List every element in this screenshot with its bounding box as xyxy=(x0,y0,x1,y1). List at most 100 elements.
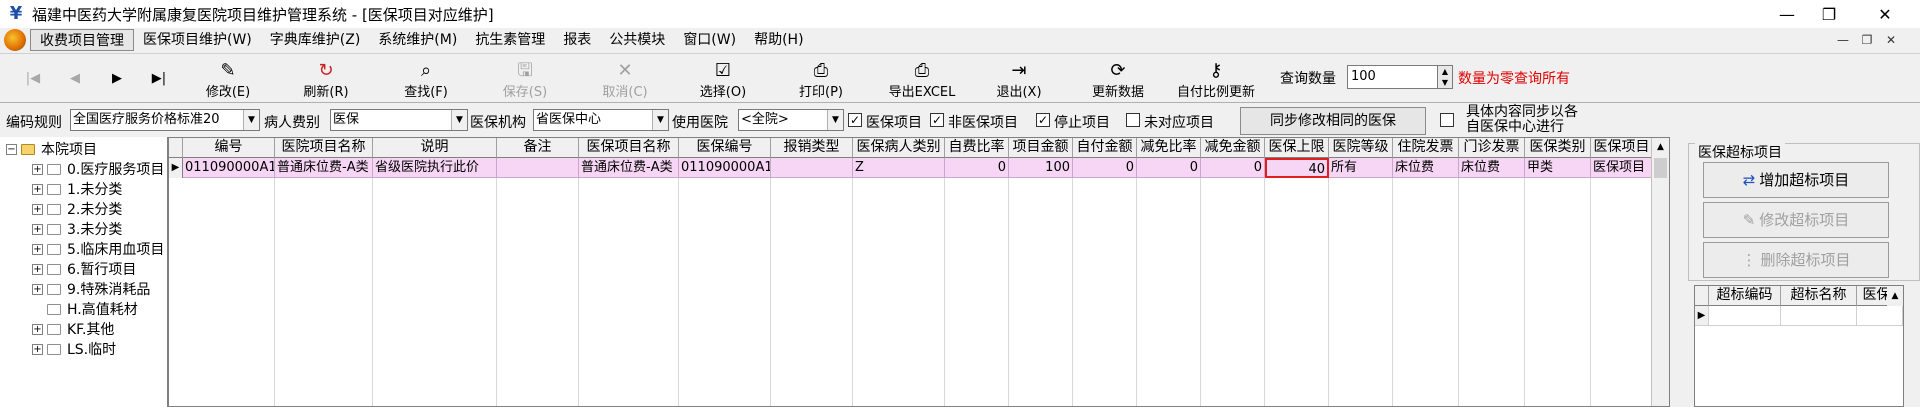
query-count-spinner[interactable]: ▲ ▼ xyxy=(1437,65,1453,89)
column-header[interactable]: 说明 xyxy=(373,138,497,158)
non-insured-items-checkbox[interactable]: ✓ xyxy=(930,113,944,127)
menu-reports[interactable]: 报表 xyxy=(554,29,600,51)
tree-item[interactable]: + 6.暂行项目 xyxy=(32,259,136,279)
tree-item[interactable]: + 0.医疗服务项目 xyxy=(32,159,164,179)
column-header[interactable]: 住院发票 xyxy=(1393,138,1459,158)
copay-ratio-update-button[interactable]: ⚷ 自付比例更新 xyxy=(1168,56,1264,102)
grid-cell[interactable]: 甲类 xyxy=(1525,158,1591,178)
over-limit-grid[interactable]: 超标编码 超标名称 医保 ▲ ▶ xyxy=(1694,285,1904,407)
add-over-limit-button[interactable]: ⇄ 增加超标项目 xyxy=(1703,162,1889,198)
column-header[interactable]: 减免金额 xyxy=(1201,138,1265,158)
edit-over-limit-button[interactable]: ✎ 修改超标项目 xyxy=(1703,202,1889,238)
column-header[interactable]: 超标名称 xyxy=(1781,286,1857,306)
last-record-button[interactable]: ▶| xyxy=(144,68,174,90)
tree-item[interactable]: + 5.临床用血项目 xyxy=(32,239,164,259)
cancel-button[interactable]: ✕ 取消(C) xyxy=(594,56,656,102)
expand-icon[interactable]: + xyxy=(32,243,43,255)
column-header[interactable]: 医保病人类别 xyxy=(853,138,945,158)
column-header[interactable]: 自付金额 xyxy=(1073,138,1137,158)
query-count-input[interactable]: 100 xyxy=(1347,65,1447,89)
column-header[interactable]: 项目金额 xyxy=(1009,138,1073,158)
column-header[interactable]: 门诊发票 xyxy=(1459,138,1525,158)
grid-cell-focused[interactable]: 40 xyxy=(1265,158,1329,178)
column-header[interactable]: 备注 xyxy=(497,138,579,158)
export-excel-button[interactable]: ⎙ 导出EXCEL xyxy=(882,56,962,102)
grid-cell[interactable] xyxy=(497,158,579,178)
column-header[interactable]: 自费比率 xyxy=(945,138,1009,158)
chevron-up-icon[interactable]: ▲ xyxy=(1652,138,1669,156)
refresh-button[interactable]: ↻ 刷新(R) xyxy=(296,56,356,102)
prev-record-button[interactable]: ◀ xyxy=(60,68,90,90)
mdi-restore-button[interactable]: ❐ xyxy=(1858,32,1876,48)
tree-item[interactable]: + 3.未分类 xyxy=(32,219,122,239)
tree-item[interactable]: + 9.特殊消耗品 xyxy=(32,279,150,299)
insurer-select[interactable]: 省医保中心 ▼ xyxy=(533,109,669,131)
unmatched-items-checkbox[interactable] xyxy=(1126,113,1140,127)
column-header[interactable]: 医保编号 xyxy=(679,138,771,158)
grid-cell[interactable]: 0 xyxy=(945,158,1009,178)
sync-same-insurance-button[interactable]: 同步修改相同的医保 xyxy=(1240,107,1426,135)
column-header[interactable]: 报销类型 xyxy=(771,138,853,158)
delete-over-limit-button[interactable]: ⋮ 删除超标项目 xyxy=(1703,242,1889,278)
collapse-icon[interactable]: − xyxy=(6,143,17,155)
grid-cell[interactable]: 所有 xyxy=(1329,158,1393,178)
grid-cell[interactable]: 011090000A11 xyxy=(679,158,771,178)
tree-item[interactable]: + LS.临时 xyxy=(32,339,116,359)
menu-system[interactable]: 系统维护(M) xyxy=(369,29,466,51)
stopped-items-checkbox[interactable]: ✓ xyxy=(1036,113,1050,127)
item-tree[interactable]: − 本院项目 + 0.医疗服务项目 + 1.未分类 + 2.未分类 + 3.未分… xyxy=(0,137,168,407)
grid-cell[interactable]: 011090000A11 xyxy=(183,158,275,178)
grid-cell[interactable] xyxy=(1857,306,1903,326)
grid-scrollbar[interactable]: ▲ xyxy=(1651,138,1669,406)
mdi-minimize-button[interactable]: — xyxy=(1834,32,1852,48)
grid-cell[interactable] xyxy=(1781,306,1857,326)
grid-cell[interactable] xyxy=(771,158,853,178)
scrollbar-thumb[interactable] xyxy=(1654,158,1667,178)
grid-cell[interactable]: 医保项目 xyxy=(1591,158,1653,178)
menu-help[interactable]: 帮助(H) xyxy=(745,29,812,51)
maximize-button[interactable]: ❐ xyxy=(1806,0,1852,28)
menu-antibiotics[interactable]: 抗生素管理 xyxy=(466,29,554,51)
sync-checkbox[interactable] xyxy=(1440,113,1454,127)
column-header[interactable]: 医保上限 xyxy=(1265,138,1329,158)
column-header[interactable]: 医保项目 xyxy=(1591,138,1653,158)
grid-cell[interactable]: 0 xyxy=(1201,158,1265,178)
grid-cell[interactable]: 0 xyxy=(1137,158,1201,178)
coding-rule-select[interactable]: 全国医疗服务价格标准20 ▼ xyxy=(70,109,260,131)
column-header[interactable]: 医院等级 xyxy=(1329,138,1393,158)
column-header[interactable]: 减免比率 xyxy=(1137,138,1201,158)
grid-cell[interactable] xyxy=(1709,306,1781,326)
expand-icon[interactable]: + xyxy=(32,183,43,195)
insured-items-checkbox[interactable]: ✓ xyxy=(848,113,862,127)
mdi-close-button[interactable]: ✕ xyxy=(1882,32,1900,48)
grid-cell[interactable]: 床位费 xyxy=(1459,158,1525,178)
close-button[interactable]: ✕ xyxy=(1862,0,1908,28)
expand-icon[interactable]: + xyxy=(32,323,43,335)
chevron-up-icon[interactable]: ▲ xyxy=(1887,286,1903,306)
menu-common[interactable]: 公共模块 xyxy=(600,29,674,51)
expand-icon[interactable]: + xyxy=(32,283,43,295)
grid-cell[interactable]: Z xyxy=(853,158,945,178)
print-button[interactable]: ⎙ 打印(P) xyxy=(790,56,852,102)
expand-icon[interactable]: + xyxy=(32,203,43,215)
save-button[interactable]: 🖫 保存(S) xyxy=(494,56,556,102)
column-header[interactable]: 医保项目名称 xyxy=(579,138,679,158)
menu-charge-items[interactable]: 收费项目管理 xyxy=(30,29,134,51)
find-button[interactable]: ⌕ 查找(F) xyxy=(396,56,456,102)
tree-item[interactable]: + 1.未分类 xyxy=(32,179,122,199)
tree-item[interactable]: + 2.未分类 xyxy=(32,199,122,219)
tree-root[interactable]: − 本院项目 xyxy=(6,139,97,159)
column-header[interactable]: 医院项目名称 xyxy=(275,138,373,158)
next-record-button[interactable]: ▶ xyxy=(102,68,132,90)
grid-cell[interactable]: 普通床位费-A类 xyxy=(579,158,679,178)
grid-cell[interactable]: 普通床位费-A类 xyxy=(275,158,373,178)
expand-icon[interactable]: + xyxy=(32,263,43,275)
expand-icon[interactable]: + xyxy=(32,223,43,235)
column-header[interactable]: 医保类别 xyxy=(1525,138,1591,158)
tree-item[interactable]: H.高值耗材 xyxy=(47,299,138,319)
column-header[interactable]: 超标编码 xyxy=(1709,286,1781,306)
minimize-button[interactable]: — xyxy=(1764,0,1810,28)
grid-cell[interactable]: 省级医院执行此价 xyxy=(373,158,497,178)
update-data-button[interactable]: ⟳ 更新数据 xyxy=(1084,56,1152,102)
exit-button[interactable]: ⇥ 退出(X) xyxy=(988,56,1050,102)
